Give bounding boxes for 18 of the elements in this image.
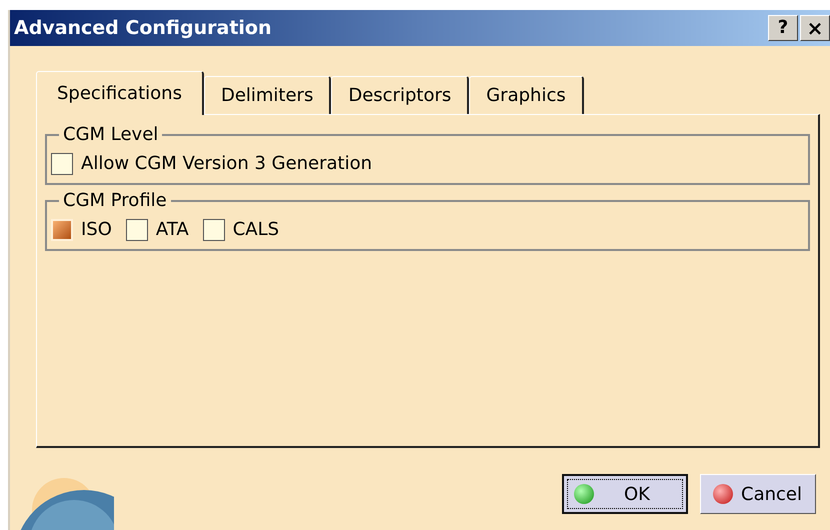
checkbox[interactable]: [51, 152, 73, 174]
checkbox[interactable]: [202, 218, 225, 240]
checkbox-option[interactable]: CALS: [202, 216, 280, 243]
help-button[interactable]: ?: [768, 15, 798, 41]
checkbox[interactable]: [126, 218, 148, 240]
group-title: CGM Profile: [62, 189, 168, 213]
cancel-button[interactable]: Cancel: [700, 474, 816, 514]
window-title: Advanced Configuration: [14, 16, 272, 41]
checkbox-option[interactable]: Allow CGM Version 3 Generation: [51, 150, 372, 177]
ok-button[interactable]: OK: [562, 474, 688, 514]
tab[interactable]: Delimiters: [204, 76, 332, 114]
tab[interactable]: Graphics: [469, 76, 584, 114]
tab[interactable]: Descriptors: [331, 76, 470, 114]
close-button[interactable]: ×: [800, 15, 830, 41]
tab[interactable]: Specifications: [36, 71, 204, 115]
group-title: CGM Level: [62, 123, 160, 147]
checkbox-option[interactable]: ISO: [51, 216, 112, 243]
checkbox-option[interactable]: ATA: [126, 216, 189, 243]
